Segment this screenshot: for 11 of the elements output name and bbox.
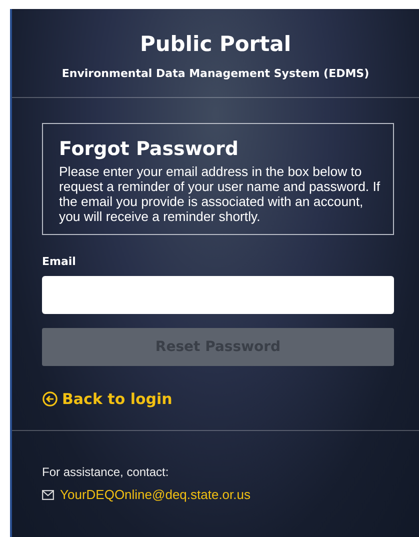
back-to-login-link[interactable]: Back to login xyxy=(62,390,172,408)
assistance-text: For assistance, contact: xyxy=(42,465,170,479)
email-label: Email xyxy=(42,255,77,268)
portal-title: Public Portal xyxy=(138,32,292,56)
notice-title: Forgot Password xyxy=(59,138,240,160)
notice-text: Please enter your email address in the box below to request a reminder of your user name and password. If the email you provide is associated with an account, you will receive a reminder shortly. xyxy=(59,164,382,224)
back-arrow-circle-icon xyxy=(42,391,58,407)
contact-email-link[interactable]: YourDEQOnline@deq.state.or.us xyxy=(60,487,250,502)
email-input[interactable] xyxy=(42,276,394,314)
portal-subtitle: Environmental Data Management System (EDMS) xyxy=(60,67,370,80)
envelope-icon xyxy=(42,490,54,500)
